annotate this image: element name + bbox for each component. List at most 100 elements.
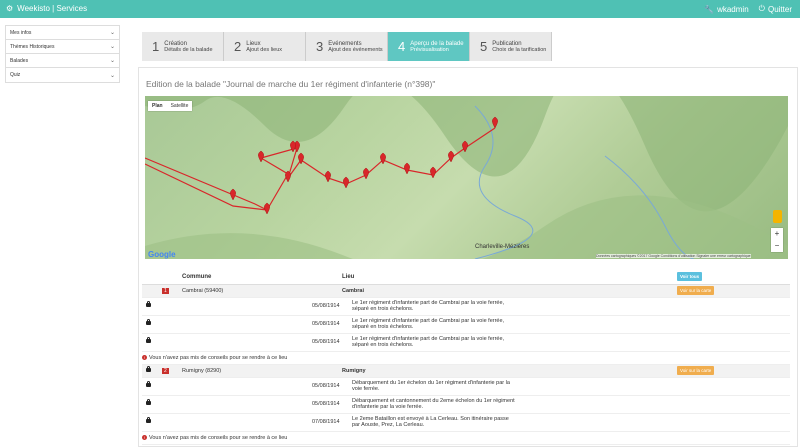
exclamation-icon: !: [142, 435, 147, 440]
logout-link[interactable]: ⏻ Quitter: [759, 4, 792, 14]
step-number: 4: [398, 39, 406, 54]
google-logo: Google: [148, 250, 176, 259]
event-date: 05/08/1914: [312, 400, 340, 407]
column-header-lieu: Lieu: [342, 270, 517, 285]
brand-title: Weekisto | Services: [17, 4, 88, 13]
power-icon: ⏻: [758, 4, 765, 13]
lieu-cell: Cambrai: [342, 284, 517, 298]
map-tab-plan[interactable]: Plan: [148, 101, 167, 111]
event-text: Le 1er régiment d'infanterie part de Cam…: [352, 300, 505, 312]
commune-cell: Rumigny (8290): [182, 364, 317, 378]
show-on-map-button[interactable]: Voir sur la carte: [677, 366, 715, 375]
terrain-shade: [145, 96, 788, 212]
map-marker[interactable]: [285, 170, 291, 183]
map[interactable]: Charleville-Mézières: [145, 96, 788, 259]
event-date: 05/08/1914: [312, 302, 340, 309]
step-number: 2: [234, 39, 242, 54]
sidebar-item-mes-infos[interactable]: Mes infos ⌄: [6, 26, 119, 40]
step-apercu[interactable]: 4 Aperçu de la balade Prévisualisation: [388, 32, 470, 61]
step-subtitle: Ajout des lieux: [246, 46, 283, 53]
event-row: 05/08/1914 Débarquement et cantonnement d…: [142, 395, 790, 414]
route-line: [145, 163, 268, 211]
page-title: Edition de la balade "Journal de marche …: [146, 79, 436, 89]
event-text: Le 1er régiment d'infanterie part de Cam…: [352, 318, 505, 330]
show-all-button[interactable]: Voir tous: [677, 272, 703, 282]
step-title: Aperçu de la balade: [410, 40, 464, 47]
zoom-in-button[interactable]: +: [771, 228, 783, 240]
map-marker[interactable]: [430, 166, 436, 179]
step-evenements[interactable]: 3 Evénements Ajout des événements: [306, 32, 388, 61]
map-marker[interactable]: [363, 167, 369, 180]
column-header-commune: Commune: [182, 270, 317, 285]
lieu-cell: Rumigny: [342, 364, 517, 378]
top-navigation-bar: ⚙ Weekisto | Services 🔧 wkadmin ⏻ Quitter: [0, 0, 800, 18]
warning-row: ! Vous n'avez pas mis de conseils pour se…: [142, 351, 790, 365]
username: wkadmin: [717, 4, 749, 14]
place-index-badge: 2: [162, 367, 169, 374]
step-number: 1: [152, 39, 160, 54]
user-menu[interactable]: 🔧 wkadmin: [704, 5, 749, 14]
zoom-control: + −: [771, 228, 783, 252]
sidebar: Mes infos ⌄ Thèmes Historiques ⌄ Balades ⌄ …: [5, 25, 120, 83]
step-subtitle: Ajout des événements: [328, 46, 383, 53]
lock-icon: [146, 319, 151, 325]
exclamation-icon: !: [142, 355, 147, 360]
step-lieux[interactable]: 2 Lieux Ajout des lieux: [224, 32, 306, 61]
event-date: 05/08/1914: [312, 382, 340, 389]
event-text: Débarquement et cantonnement du 2eme éch…: [352, 398, 515, 410]
step-number: 5: [480, 39, 488, 54]
event-row: 07/08/1914 Le 2eme Bataillon est envoyé à…: [142, 413, 790, 432]
map-marker[interactable]: [264, 202, 270, 215]
step-subtitle: Détails de la balade: [164, 46, 213, 53]
chevron-down-icon: ⌄: [109, 58, 115, 64]
map-marker[interactable]: [258, 150, 264, 163]
step-creation[interactable]: 1 Création Détails de la balade: [142, 32, 224, 61]
step-number: 3: [316, 39, 324, 54]
sidebar-item-label: Thèmes Historiques: [10, 43, 55, 50]
event-text: Le 2eme Bataillon est envoyé à La Cerlea…: [352, 416, 509, 428]
street-view-pegman-icon[interactable]: [773, 210, 782, 223]
map-type-control: Plan Satellite: [148, 101, 193, 111]
event-text: Le 1er régiment d'infanterie part de Cam…: [352, 336, 505, 348]
table-row: 1 Cambrai (59400) Cambrai Voir sur la ca…: [142, 284, 790, 298]
places-table: Commune Lieu Voir tous 1 Cambrai (59400)…: [142, 270, 790, 445]
sidebar-item-themes[interactable]: Thèmes Historiques ⌄: [6, 40, 119, 54]
sidebar-item-label: Mes infos: [10, 29, 32, 36]
lock-icon: [146, 365, 151, 372]
sidebar-item-quiz[interactable]: Quiz ⌄: [6, 68, 119, 82]
lock-icon: [146, 399, 151, 405]
route-line: [145, 127, 496, 211]
map-marker[interactable]: [343, 176, 349, 189]
step-subtitle: Prévisualisation: [410, 46, 449, 53]
gear-icon: ⚙: [6, 4, 14, 13]
zoom-out-button[interactable]: −: [771, 240, 783, 252]
lock-icon: [146, 337, 151, 343]
warning-text: Vous n'avez pas mis de conseils pour se …: [149, 354, 288, 361]
map-overlay: Charleville-Mézières: [145, 96, 788, 259]
event-date: 05/08/1914: [312, 338, 340, 345]
event-row: 05/08/1914 Le 1er régiment d'infanterie p…: [142, 297, 790, 316]
wrench-icon: 🔧: [704, 4, 715, 14]
city-label: Charleville-Mézières: [475, 244, 529, 250]
brand[interactable]: ⚙ Weekisto | Services: [6, 4, 87, 13]
show-on-map-button[interactable]: Voir sur la carte: [677, 286, 715, 295]
map-marker[interactable]: [404, 162, 410, 175]
map-tab-satellite[interactable]: Satellite: [167, 101, 193, 111]
step-subtitle: Choix de la tarification: [492, 46, 547, 53]
sidebar-item-balades[interactable]: Balades ⌄: [6, 54, 119, 68]
table-header: Commune Lieu Voir tous: [142, 270, 790, 285]
map-marker[interactable]: [230, 188, 236, 201]
chevron-down-icon: ⌄: [109, 72, 115, 79]
map-attribution[interactable]: Données cartographiques ©2017 Google Con…: [596, 254, 751, 258]
lock-icon: [146, 381, 151, 387]
logout-label: Quitter: [767, 4, 792, 14]
map-marker[interactable]: [325, 170, 331, 183]
table-row: 2 Rumigny (8290) Rumigny Voir sur la car…: [142, 364, 790, 378]
map-marker[interactable]: [290, 140, 296, 153]
event-row: 05/08/1914 Le 1er régiment d'infanterie p…: [142, 315, 790, 334]
event-text: Débarquement du 1er échelon du 1er régim…: [352, 380, 510, 392]
terrain-shade: [145, 195, 788, 259]
wizard-steps: 1 Création Détails de la balade 2 Lieux Ajou…: [142, 32, 552, 61]
step-publication[interactable]: 5 Publication Choix de la tarification: [470, 32, 552, 61]
commune-cell: Cambrai (59400): [182, 284, 317, 298]
